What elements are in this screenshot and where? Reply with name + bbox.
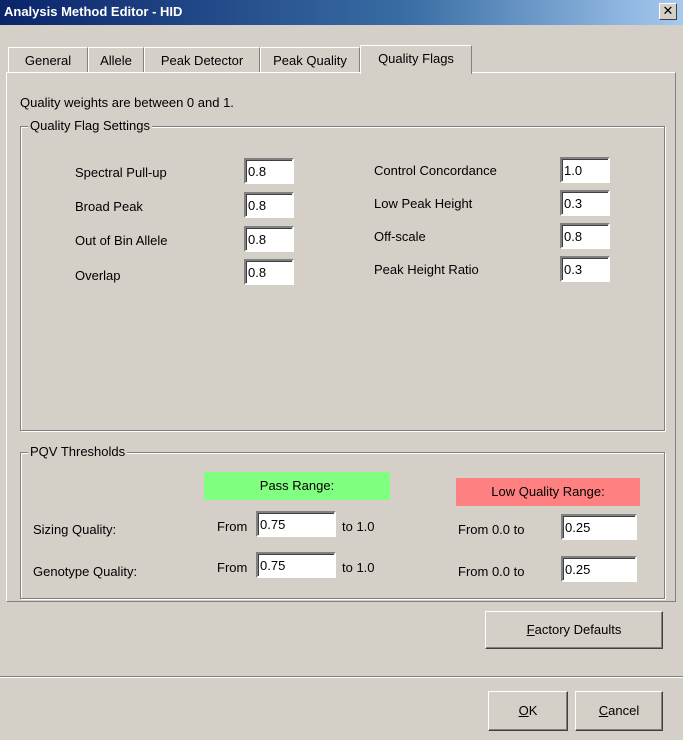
tab-label: Peak Quality bbox=[273, 53, 347, 68]
group-legend: Quality Flag Settings bbox=[28, 118, 152, 133]
ok-mnemonic: O bbox=[518, 703, 529, 718]
title-bar: Analysis Method Editor - HID ✕ bbox=[0, 0, 683, 25]
out-of-bin-allele-label: Out of Bin Allele bbox=[75, 233, 168, 248]
peak-height-ratio-label: Peak Height Ratio bbox=[374, 262, 479, 277]
tab-general[interactable]: General bbox=[8, 47, 88, 73]
genotype-quality-label: Genotype Quality: bbox=[33, 564, 138, 579]
ok-label: K bbox=[528, 703, 538, 718]
low-quality-range-label: Low Quality Range: bbox=[491, 484, 605, 499]
sizing-to-label: to 1.0 bbox=[342, 519, 375, 534]
tab-label: Quality Flags bbox=[378, 51, 454, 66]
sizing-quality-label: Sizing Quality: bbox=[33, 522, 117, 537]
genotype-to-label: to 1.0 bbox=[342, 560, 375, 575]
close-icon: ✕ bbox=[662, 3, 674, 18]
low-peak-height-field[interactable] bbox=[560, 190, 610, 216]
dialog-separator bbox=[0, 676, 683, 678]
cancel-mnemonic: C bbox=[598, 703, 609, 718]
ok-button[interactable]: OK bbox=[488, 691, 568, 731]
tab-allele[interactable]: Allele bbox=[88, 47, 144, 73]
tab-label: Allele bbox=[100, 53, 132, 68]
spectral-pullup-label: Spectral Pull-up bbox=[75, 165, 167, 180]
low-quality-range-band: Low Quality Range: bbox=[456, 478, 640, 506]
broad-peak-label: Broad Peak bbox=[75, 199, 143, 214]
pass-range-label: Pass Range: bbox=[259, 478, 335, 493]
window-title: Analysis Method Editor - HID bbox=[4, 4, 183, 19]
pass-range-band: Pass Range: bbox=[204, 472, 390, 500]
genotype-quality-from-field[interactable] bbox=[256, 552, 336, 578]
cancel-label: ancel bbox=[608, 703, 640, 718]
overlap-field[interactable] bbox=[244, 259, 294, 285]
tab-quality-flags[interactable]: Quality Flags bbox=[360, 45, 472, 74]
cancel-button[interactable]: Cancel bbox=[575, 691, 663, 731]
factory-defaults-label: actory Defaults bbox=[534, 622, 622, 637]
overlap-label: Overlap bbox=[75, 268, 121, 283]
control-concordance-label: Control Concordance bbox=[374, 163, 497, 178]
tab-label: Peak Detector bbox=[160, 53, 244, 68]
sizing-quality-from-field[interactable] bbox=[256, 511, 336, 537]
sizing-quality-low-field[interactable] bbox=[561, 514, 637, 540]
factory-defaults-button[interactable]: Factory Defaults bbox=[485, 611, 663, 649]
tab-peak-detector[interactable]: Peak Detector bbox=[144, 47, 260, 73]
peak-height-ratio-field[interactable] bbox=[560, 256, 610, 282]
low-peak-height-label: Low Peak Height bbox=[374, 196, 473, 211]
group-legend: PQV Thresholds bbox=[28, 444, 128, 459]
genotype-from-label: From bbox=[217, 560, 248, 575]
tab-peak-quality[interactable]: Peak Quality bbox=[260, 47, 360, 73]
close-button[interactable]: ✕ bbox=[659, 3, 677, 20]
sizing-from-label: From bbox=[217, 519, 248, 534]
out-of-bin-allele-field[interactable] bbox=[244, 226, 294, 252]
info-text: Quality weights are between 0 and 1. bbox=[20, 95, 234, 110]
off-scale-field[interactable] bbox=[560, 223, 610, 249]
genotype-quality-low-field[interactable] bbox=[561, 556, 637, 582]
genotype-low-from-label: From 0.0 to bbox=[458, 564, 525, 579]
factory-defaults-mnemonic: F bbox=[526, 622, 535, 637]
sizing-low-from-label: From 0.0 to bbox=[458, 522, 525, 537]
off-scale-label: Off-scale bbox=[374, 229, 426, 244]
tab-label: General bbox=[24, 53, 72, 68]
control-concordance-field[interactable] bbox=[560, 157, 610, 183]
spectral-pullup-field[interactable] bbox=[244, 158, 294, 184]
broad-peak-field[interactable] bbox=[244, 192, 294, 218]
